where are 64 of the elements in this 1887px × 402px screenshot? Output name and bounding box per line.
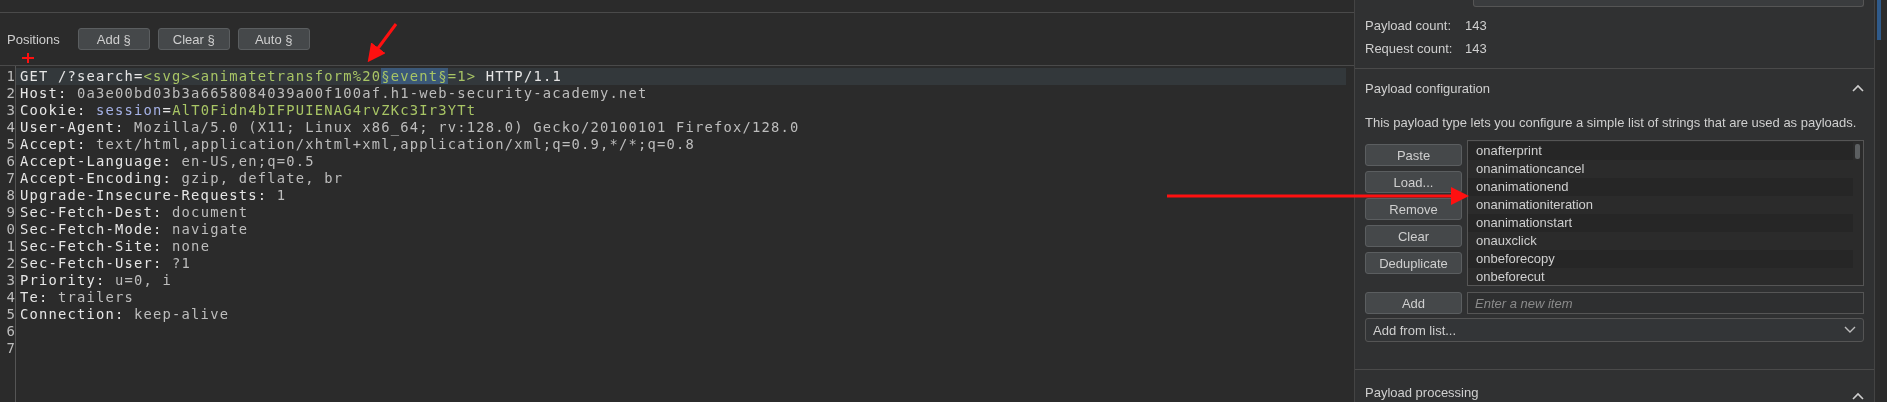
code-line: Sec-Fetch-Dest: document	[19, 204, 249, 221]
line-number: 9	[5, 204, 15, 221]
code-line: Cookie: session=AlT0Fidn4bIFPUIENAG4rvZKc3Ir3YTt	[19, 102, 477, 119]
dropdown-caret-icon	[1844, 326, 1856, 334]
line-number: 6	[5, 153, 15, 170]
line-number: 8	[5, 187, 15, 204]
line-number: 1	[5, 238, 15, 255]
count-label: Request count:	[1365, 41, 1454, 56]
description-text: This payload type lets you configure a simple list of strings that are used as payloads.	[1365, 115, 1857, 130]
code-line: Connection: keep-alive	[19, 306, 230, 323]
new-item-field[interactable]: Enter a new item	[1467, 292, 1864, 314]
toolbar-button[interactable]: Auto §	[237, 28, 310, 50]
section-title: Payload configuration	[1365, 80, 1491, 96]
code-line: Accept-Encoding: gzip, deflate, br	[19, 170, 344, 187]
list-item[interactable]: onbeforecut	[1468, 268, 1853, 285]
section-title: Payload processing	[1365, 385, 1479, 400]
line-number: 6	[5, 323, 15, 340]
toolbar-button[interactable]: Clear §	[157, 28, 230, 50]
line-number: 4	[5, 119, 15, 136]
line-number: 5	[5, 306, 15, 323]
line-number: 2	[5, 255, 15, 272]
code-line: Upgrade-Insecure-Requests: 1	[19, 187, 287, 204]
collapse-icon[interactable]	[1852, 392, 1864, 400]
code-line: Accept: text/html,application/xhtml+xml,application/xml;q=0.9,*/*;q=0.8	[19, 136, 695, 153]
toolbar-button[interactable]: Add §	[77, 28, 150, 50]
line-number: 3	[5, 102, 15, 119]
line-number: 5	[5, 136, 15, 153]
list-action-button[interactable]: Load...	[1365, 171, 1462, 193]
line-number: 7	[5, 170, 15, 187]
add-button[interactable]: Add	[1365, 292, 1462, 314]
list-item[interactable]: onbeforecopy	[1468, 250, 1853, 268]
code-line: Accept-Language: en-US,en;q=0.5	[19, 153, 315, 170]
line-number: 2	[5, 85, 15, 102]
list-action-button[interactable]: Paste	[1365, 144, 1462, 166]
count-value: 143	[1465, 41, 1487, 56]
payload-type-dropdown[interactable]	[1473, 0, 1864, 7]
line-number: 7	[5, 340, 15, 357]
list-action-button[interactable]: Clear	[1365, 225, 1462, 247]
code-line: Te: trailers	[19, 289, 135, 306]
code-line: Sec-Fetch-User: ?1	[19, 255, 192, 272]
code-line: Sec-Fetch-Site: none	[19, 238, 211, 255]
code-line: User-Agent: Mozilla/5.0 (X11; Linux x86_64; rv:128.0) Gecko/20100101 Firefox/128.0	[19, 119, 800, 136]
scrollbar-thumb[interactable]	[1855, 144, 1860, 159]
list-action-button[interactable]: Remove	[1365, 198, 1462, 220]
list-item[interactable]: onafterprint	[1468, 142, 1853, 160]
add-from-list-dropdown[interactable]: Add from list...	[1365, 318, 1864, 342]
line-number: 1	[5, 68, 15, 85]
code-line: Sec-Fetch-Mode: navigate	[19, 221, 249, 238]
count-value: 143	[1465, 18, 1487, 33]
list-item[interactable]: onanimationend	[1468, 178, 1853, 196]
list-action-button[interactable]: Deduplicate	[1365, 252, 1462, 274]
list-item[interactable]: onanimationstart	[1468, 214, 1853, 232]
line-number: 0	[5, 221, 15, 238]
list-item[interactable]: onauxclick	[1468, 232, 1853, 250]
code-line: Priority: u=0, i	[19, 272, 173, 289]
line-number: 4	[5, 289, 15, 306]
count-label: Payload count:	[1365, 18, 1452, 33]
list-item[interactable]: onanimationiteration	[1468, 196, 1853, 214]
line-number: 3	[5, 272, 15, 289]
code-line: Host: 0a3e00bd03b3a6658084039a00f100af.h1-web-security-academy.net	[19, 85, 648, 102]
scrollbar-thumb[interactable]	[1877, 0, 1881, 40]
collapse-icon[interactable]	[1852, 84, 1864, 92]
positions-label: Positions	[7, 31, 60, 47]
list-item[interactable]: onanimationcancel	[1468, 160, 1853, 178]
